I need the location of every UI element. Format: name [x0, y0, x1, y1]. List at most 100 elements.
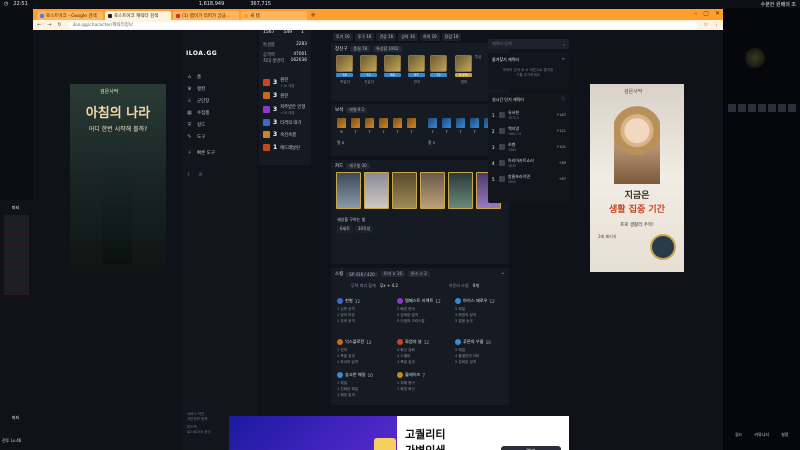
site-logo[interactable]: ILOA.GG	[186, 50, 217, 57]
skill-item[interactable]: 익스플로전 12 1 전파 1 폭발 효과 1 파괴의 일격	[337, 339, 372, 365]
back-icon[interactable]: ←	[37, 22, 41, 28]
skill-item[interactable]: 템페스트 리액트 12 5 빠른 준비 5 강화된 일격 5 인생의 크리스탈	[397, 298, 441, 324]
chip[interactable]: 투구 16	[354, 33, 375, 41]
accessory-slot[interactable]	[360, 55, 377, 72]
chip[interactable]: 상의 16	[398, 33, 418, 41]
ad-bottom[interactable]: 고퀄리티 가변인쇄 열기	[229, 416, 569, 450]
nav-guild[interactable]: ⛨ 길드	[187, 122, 206, 128]
tab-youtube[interactable]: (1) 랩이가 리퍼가 궁금...	[173, 11, 239, 20]
tab-iloa[interactable]: 로스트아크 캐릭터 검색	[105, 11, 171, 20]
theme-toggle[interactable]: ☾ ☼	[187, 171, 203, 178]
reload-icon[interactable]: ↻	[57, 22, 61, 28]
chip[interactable]: 하의 16	[419, 33, 440, 41]
engraving-icon	[263, 131, 270, 138]
gem-icon[interactable]	[442, 118, 451, 128]
engraving-row[interactable]: 3 저주받은 인형 +16 레벨	[263, 104, 305, 115]
maximize-icon[interactable]: ▢	[703, 10, 709, 17]
stat-hp: 최대 생명력 162036	[263, 58, 307, 64]
engraving-row[interactable]: 3 원한 +16 레벨	[263, 77, 294, 88]
skill-item[interactable]: 천벌 12 1 심판 공격 1 빛의 파장 1 자비 공격	[337, 298, 360, 324]
card-slot[interactable]	[448, 172, 473, 209]
quality-pill: 품질 78	[350, 46, 371, 52]
gem-icon[interactable]	[456, 118, 465, 128]
nav-raid[interactable]: ⚔ 군단장	[187, 98, 209, 104]
skill-item[interactable]: 화염의 날 12 4 화신 강화 4 스펠바 4 폭발 효과	[397, 339, 429, 365]
quick-menu[interactable]	[728, 104, 798, 112]
ranking-row[interactable]: 3 쏘멘 1660 +101	[492, 142, 566, 152]
tab-google[interactable]: 로스트아크 - Google 검색	[37, 11, 103, 20]
skill-item[interactable]: 블레이즈 7 1 피해 증가 1 화염 확산	[397, 372, 425, 392]
skill-item[interactable]: 푸른의 우물 10 5 해일 4 물결반의 자비 5 강화된 일격	[455, 339, 491, 365]
gem-icon[interactable]	[351, 118, 360, 128]
party-label: 파티	[12, 205, 20, 210]
settings-button[interactable]: 설정	[781, 432, 788, 438]
community-button[interactable]: 커뮤니티	[754, 432, 769, 438]
accessory-slot[interactable]	[336, 55, 353, 72]
nav-tools[interactable]: ✎ 도구	[187, 134, 205, 140]
skill-icon	[397, 298, 403, 304]
slot-label: 팔찌	[460, 80, 468, 84]
chip[interactable]: 견갑 16	[376, 33, 397, 41]
nav-collection[interactable]: ▦ 수집품	[187, 110, 209, 116]
tab-new[interactable]: 새 탭	[241, 11, 307, 20]
nav-ranking[interactable]: ♛ 랭킹	[187, 86, 205, 92]
ranking-row[interactable]: 4 아리아카트쇼러 1620 +89	[492, 158, 566, 168]
search-input[interactable]: 캐릭터 검색	[492, 41, 512, 47]
gem-icon[interactable]	[470, 118, 479, 128]
star-icon[interactable]: ☆	[704, 22, 708, 28]
guild-button[interactable]: 길드	[735, 432, 742, 438]
nav-quick-tools[interactable]: ⚡ 빠른 도구	[187, 150, 215, 156]
gem-icon[interactable]	[428, 118, 437, 128]
minimap[interactable]	[745, 48, 765, 68]
engraving-row[interactable]: 3 타격의 대가	[263, 119, 301, 126]
accessory-slot[interactable]	[430, 55, 447, 72]
party-list[interactable]	[4, 215, 29, 295]
address-field[interactable]: iloa.gg/character/캐릭터정보	[67, 21, 698, 29]
engraving-row[interactable]: 3 속전속결	[263, 131, 296, 138]
new-tab-button[interactable]: +	[309, 11, 317, 20]
close-icon[interactable]: ✕	[715, 10, 720, 17]
stat-readout: 1,618,949	[198, 1, 225, 7]
engraving-row[interactable]: 1 에드레날린	[263, 144, 300, 151]
accessory-slot[interactable]	[408, 55, 425, 72]
gem-icon[interactable]	[393, 118, 402, 128]
gem-icon[interactable]	[337, 118, 346, 128]
ad-right[interactable]: 검은사막 지금은 생활 집중 기간 프로 생활러 주목! 2배 패키지	[590, 84, 684, 272]
favorites-menu-icon[interactable]: ≡	[562, 56, 565, 61]
gem-icon[interactable]	[407, 118, 416, 128]
search-icon[interactable]: ⌕	[563, 42, 565, 47]
skill-item[interactable]: 숲고한 해일 10 1 해일 1 진화된 해일 1 해빙 일격	[337, 372, 373, 398]
info-icon[interactable]: ⓘ	[561, 96, 565, 102]
accessory-slot[interactable]	[384, 55, 401, 72]
sun-icon: ☼	[198, 171, 203, 178]
skill-item[interactable]: 아이스 애로우 12 5 해일 5 해빙의 일격 5 얼음 송곳	[455, 298, 495, 324]
menu-icon[interactable]: ⋮	[714, 22, 719, 28]
chevron-down-icon[interactable]: ⌄	[501, 270, 505, 276]
bracelet-slot[interactable]	[455, 55, 472, 72]
ad-open-button[interactable]: 열기	[501, 446, 561, 450]
character-search[interactable]: 캐릭터 검색 ⌕	[488, 39, 569, 49]
favorites-panel: 즐겨찾기 캐릭터 ≡ 캐릭터 검색 후 ★ 버튼으로 즐겨찾기를 추가하세요	[488, 53, 569, 89]
ranking-row[interactable]: 5 방물포라이면 1600 +87	[492, 174, 566, 184]
card-slot[interactable]	[364, 172, 389, 209]
ad-left[interactable]: 검은사막 아침의 나라 어디 한번 시작해 볼까?	[70, 84, 166, 272]
chip[interactable]: 투기 16	[333, 33, 353, 41]
slot-label: 목걸이	[340, 80, 350, 84]
forward-icon[interactable]: →	[47, 22, 51, 28]
footer-official[interactable]: 로스트아크 공식	[187, 430, 211, 435]
tripod-pill: 트라 × 16	[380, 271, 406, 277]
nav-home[interactable]: ⌂ 홈	[187, 74, 201, 80]
ranking-row[interactable]: 1 유서현 1672.5 +187	[492, 110, 566, 120]
card-slot[interactable]	[420, 172, 445, 209]
card-slot[interactable]	[392, 172, 417, 209]
minimize-icon[interactable]: –	[694, 10, 697, 17]
engraving-row[interactable]: 3 원한	[263, 92, 288, 99]
card-slot[interactable]	[336, 172, 361, 209]
gem-level: 7	[382, 130, 385, 134]
gem-icon[interactable]	[365, 118, 374, 128]
footer-privacy[interactable]: 개인정보 정책	[187, 417, 211, 422]
chip[interactable]: 장갑 16	[441, 33, 462, 41]
extra-label: 특성	[475, 55, 482, 59]
ranking-row[interactable]: 2 백지영 1663.33 +121	[492, 126, 566, 136]
gem-icon[interactable]	[379, 118, 388, 128]
